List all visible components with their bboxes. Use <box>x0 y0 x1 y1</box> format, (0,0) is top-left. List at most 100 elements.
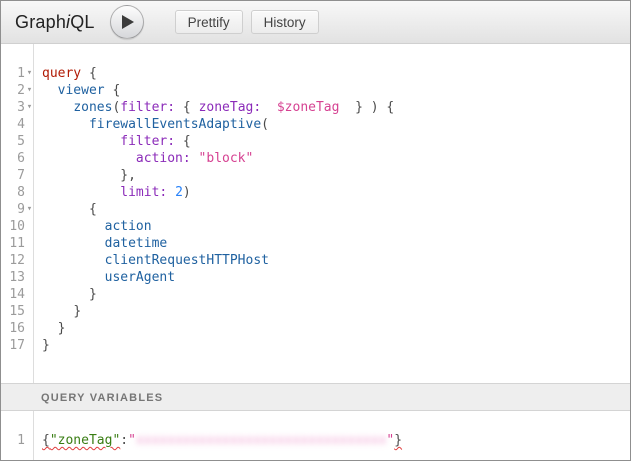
line-number: 15 <box>1 303 25 320</box>
query-code-area[interactable]: query { viewer { zones(filter: { zoneTag… <box>34 44 630 383</box>
line-number: 11 <box>1 235 25 252</box>
token-redact: xxxxxxxxxxxxxxxxxxxxxxxxxxxxxxxx <box>136 433 386 448</box>
token-punc: ( <box>261 117 269 132</box>
history-button[interactable]: History <box>251 10 319 34</box>
token-punc: } <box>42 338 50 353</box>
gutter-row: 3▾ <box>1 99 33 116</box>
token-ws <box>42 287 89 302</box>
logo-text-ql: QL <box>70 12 94 32</box>
variables-code-area[interactable]: {"zoneTag":"xxxxxxxxxxxxxxxxxxxxxxxxxxxx… <box>34 411 630 460</box>
token-ws <box>42 100 73 115</box>
code-line[interactable]: } <box>42 286 630 303</box>
token-punc: } <box>394 433 402 448</box>
query-line-number-gutter: 1▾2▾3▾456789▾1011121314151617 <box>1 44 34 383</box>
line-number: 16 <box>1 320 25 337</box>
token-ws <box>42 185 120 200</box>
variables-editor[interactable]: 1 {"zoneTag":"xxxxxxxxxxxxxxxxxxxxxxxxxx… <box>1 411 630 460</box>
code-line[interactable]: userAgent <box>42 269 630 286</box>
code-line[interactable]: viewer { <box>42 82 630 99</box>
token-prop: datetime <box>105 236 168 251</box>
token-punc: } <box>89 287 97 302</box>
token-attr: filter: <box>120 100 175 115</box>
code-line[interactable]: action: "block" <box>42 150 630 167</box>
variables-title-bar[interactable]: QUERY VARIABLES <box>1 383 630 411</box>
token-ws <box>42 321 58 336</box>
fold-arrow-icon[interactable]: ▾ <box>25 201 34 218</box>
token-vr: $zoneTag <box>277 100 340 115</box>
gutter-row: 14 <box>1 286 33 303</box>
token-prop: firewallEventsAdaptive <box>89 117 261 132</box>
token-ws <box>42 219 105 234</box>
token-ws <box>42 151 136 166</box>
line-number: 5 <box>1 133 25 150</box>
line-number: 1 <box>1 65 25 82</box>
fold-arrow-icon[interactable]: ▾ <box>25 82 34 99</box>
token-attr: zoneTag: <box>199 100 262 115</box>
fold-arrow-icon[interactable]: ▾ <box>25 65 34 82</box>
token-ws <box>42 253 105 268</box>
token-ws <box>42 83 58 98</box>
line-number: 9 <box>1 201 25 218</box>
token-ws <box>42 168 120 183</box>
gutter-row: 8 <box>1 184 33 201</box>
prettify-button[interactable]: Prettify <box>175 10 243 34</box>
token-key: "zoneTag" <box>50 433 120 448</box>
gutter-row: 11 <box>1 235 33 252</box>
gutter-row: 6 <box>1 150 33 167</box>
token-ws <box>261 100 277 115</box>
code-line[interactable]: { <box>42 201 630 218</box>
token-prop: clientRequestHTTPHost <box>105 253 269 268</box>
fold-arrow-icon[interactable]: ▾ <box>25 99 34 116</box>
gutter-row: 4 <box>1 116 33 133</box>
line-number: 17 <box>1 337 25 354</box>
variables-title: QUERY VARIABLES <box>41 392 163 404</box>
code-line[interactable]: query { <box>42 65 630 82</box>
code-line[interactable]: } <box>42 303 630 320</box>
token-punc: { <box>175 100 198 115</box>
line-number: 10 <box>1 218 25 235</box>
token-ws <box>42 117 89 132</box>
token-attr: filter: <box>120 134 175 149</box>
code-line[interactable]: zones(filter: { zoneTag: $zoneTag } ) { <box>42 99 630 116</box>
code-line[interactable]: {"zoneTag":"xxxxxxxxxxxxxxxxxxxxxxxxxxxx… <box>42 432 630 449</box>
gutter-row: 10 <box>1 218 33 235</box>
gutter-row: 7 <box>1 167 33 184</box>
token-kw: query <box>42 66 81 81</box>
line-number: 6 <box>1 150 25 167</box>
token-punc: { <box>105 83 121 98</box>
token-str: "block" <box>199 151 254 166</box>
code-line[interactable]: action <box>42 218 630 235</box>
token-ws <box>191 151 199 166</box>
line-number: 8 <box>1 184 25 201</box>
execute-button[interactable] <box>110 5 144 39</box>
token-num: 2 <box>175 185 183 200</box>
token-punc: : <box>120 433 128 448</box>
token-punc: { <box>89 202 97 217</box>
gutter-row: 1▾ <box>1 65 33 82</box>
code-line[interactable]: firewallEventsAdaptive( <box>42 116 630 133</box>
gutter-row: 2▾ <box>1 82 33 99</box>
line-number: 4 <box>1 116 25 133</box>
token-ws <box>167 185 175 200</box>
line-number: 14 <box>1 286 25 303</box>
query-editor[interactable]: 1▾2▾3▾456789▾1011121314151617 query { vi… <box>1 44 630 383</box>
code-line[interactable]: clientRequestHTTPHost <box>42 252 630 269</box>
token-punc: { <box>81 66 97 81</box>
token-prop: viewer <box>58 83 105 98</box>
play-icon <box>122 15 134 29</box>
token-punc: }, <box>120 168 136 183</box>
code-line[interactable]: filter: { <box>42 133 630 150</box>
code-line[interactable]: } <box>42 320 630 337</box>
code-line[interactable]: } <box>42 337 630 354</box>
token-punc: } <box>58 321 66 336</box>
code-line[interactable]: datetime <box>42 235 630 252</box>
token-str: " <box>128 433 136 448</box>
code-line[interactable]: }, <box>42 167 630 184</box>
logo-text-graph: Graph <box>15 12 66 32</box>
token-prop: action <box>105 219 152 234</box>
app-logo: GraphiQL <box>15 12 95 33</box>
gutter-row: 5 <box>1 133 33 150</box>
code-line[interactable]: limit: 2) <box>42 184 630 201</box>
toolbar: GraphiQL Prettify History <box>1 1 630 44</box>
token-punc: { <box>42 433 50 448</box>
